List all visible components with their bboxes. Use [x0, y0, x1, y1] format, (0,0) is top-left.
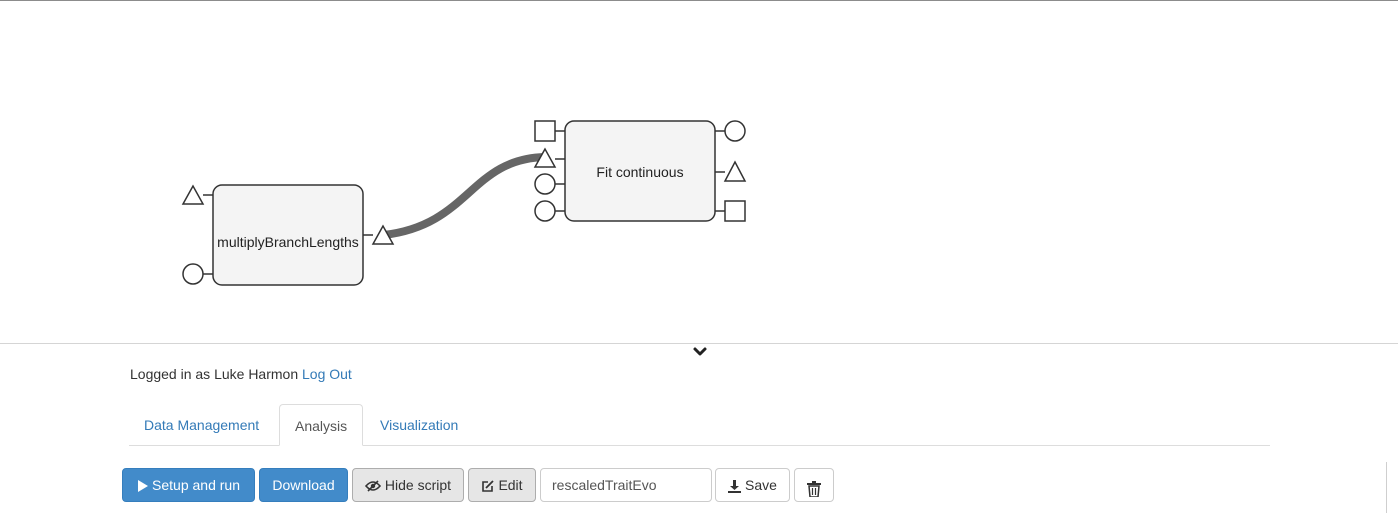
hide-script-button[interactable]: Hide script [352, 468, 464, 502]
save-label: Save [745, 477, 777, 493]
output-port-circle[interactable] [724, 120, 746, 142]
tab-bar: Data Management Analysis Visualization [129, 404, 1270, 446]
output-port-square[interactable] [724, 200, 746, 222]
play-icon [138, 480, 149, 493]
login-text: Logged in as Luke Harmon [130, 366, 299, 382]
eye-slash-icon [364, 480, 381, 492]
chevron-down-icon[interactable] [692, 345, 708, 359]
setup-and-run-button[interactable]: Setup and run [122, 468, 255, 502]
setup-and-run-label: Setup and run [152, 477, 240, 493]
node-label: multiplyBranchLengths [217, 234, 359, 250]
edit-icon [482, 480, 495, 492]
login-status: Logged in as Luke Harmon Log Out [130, 366, 352, 382]
node-multiply-branch-lengths[interactable]: multiplyBranchLengths [181, 184, 395, 286]
delete-button[interactable] [794, 468, 834, 502]
trash-icon [807, 481, 821, 497]
hide-script-label: Hide script [384, 477, 452, 493]
tab-analysis[interactable]: Analysis [279, 404, 364, 446]
edit-button[interactable]: Edit [468, 468, 536, 502]
workflow-connection[interactable] [383, 153, 546, 239]
download-icon [728, 479, 742, 493]
tab-data-management[interactable]: Data Management [129, 404, 274, 445]
script-name-input[interactable] [540, 468, 712, 502]
download-label: Download [272, 477, 335, 493]
download-button[interactable]: Download [259, 468, 348, 502]
edit-label: Edit [498, 477, 523, 493]
logout-link[interactable]: Log Out [302, 366, 352, 382]
node-fit-continuous[interactable]: Fit continuous [533, 120, 747, 222]
scrollbar-edge [1386, 462, 1387, 513]
tab-visualization[interactable]: Visualization [365, 404, 473, 445]
input-port-square[interactable] [534, 120, 556, 142]
input-port-circle[interactable] [534, 173, 556, 195]
input-port-circle[interactable] [534, 200, 556, 222]
save-button[interactable]: Save [715, 468, 790, 502]
input-port-circle[interactable] [182, 263, 204, 285]
panel-divider[interactable] [0, 343, 1398, 344]
workflow-canvas[interactable]: multiplyBranchLengths Fit continuous [0, 1, 1398, 343]
output-port-triangle[interactable] [723, 160, 747, 182]
node-label: Fit continuous [596, 164, 683, 180]
input-port-triangle[interactable] [181, 184, 205, 205]
